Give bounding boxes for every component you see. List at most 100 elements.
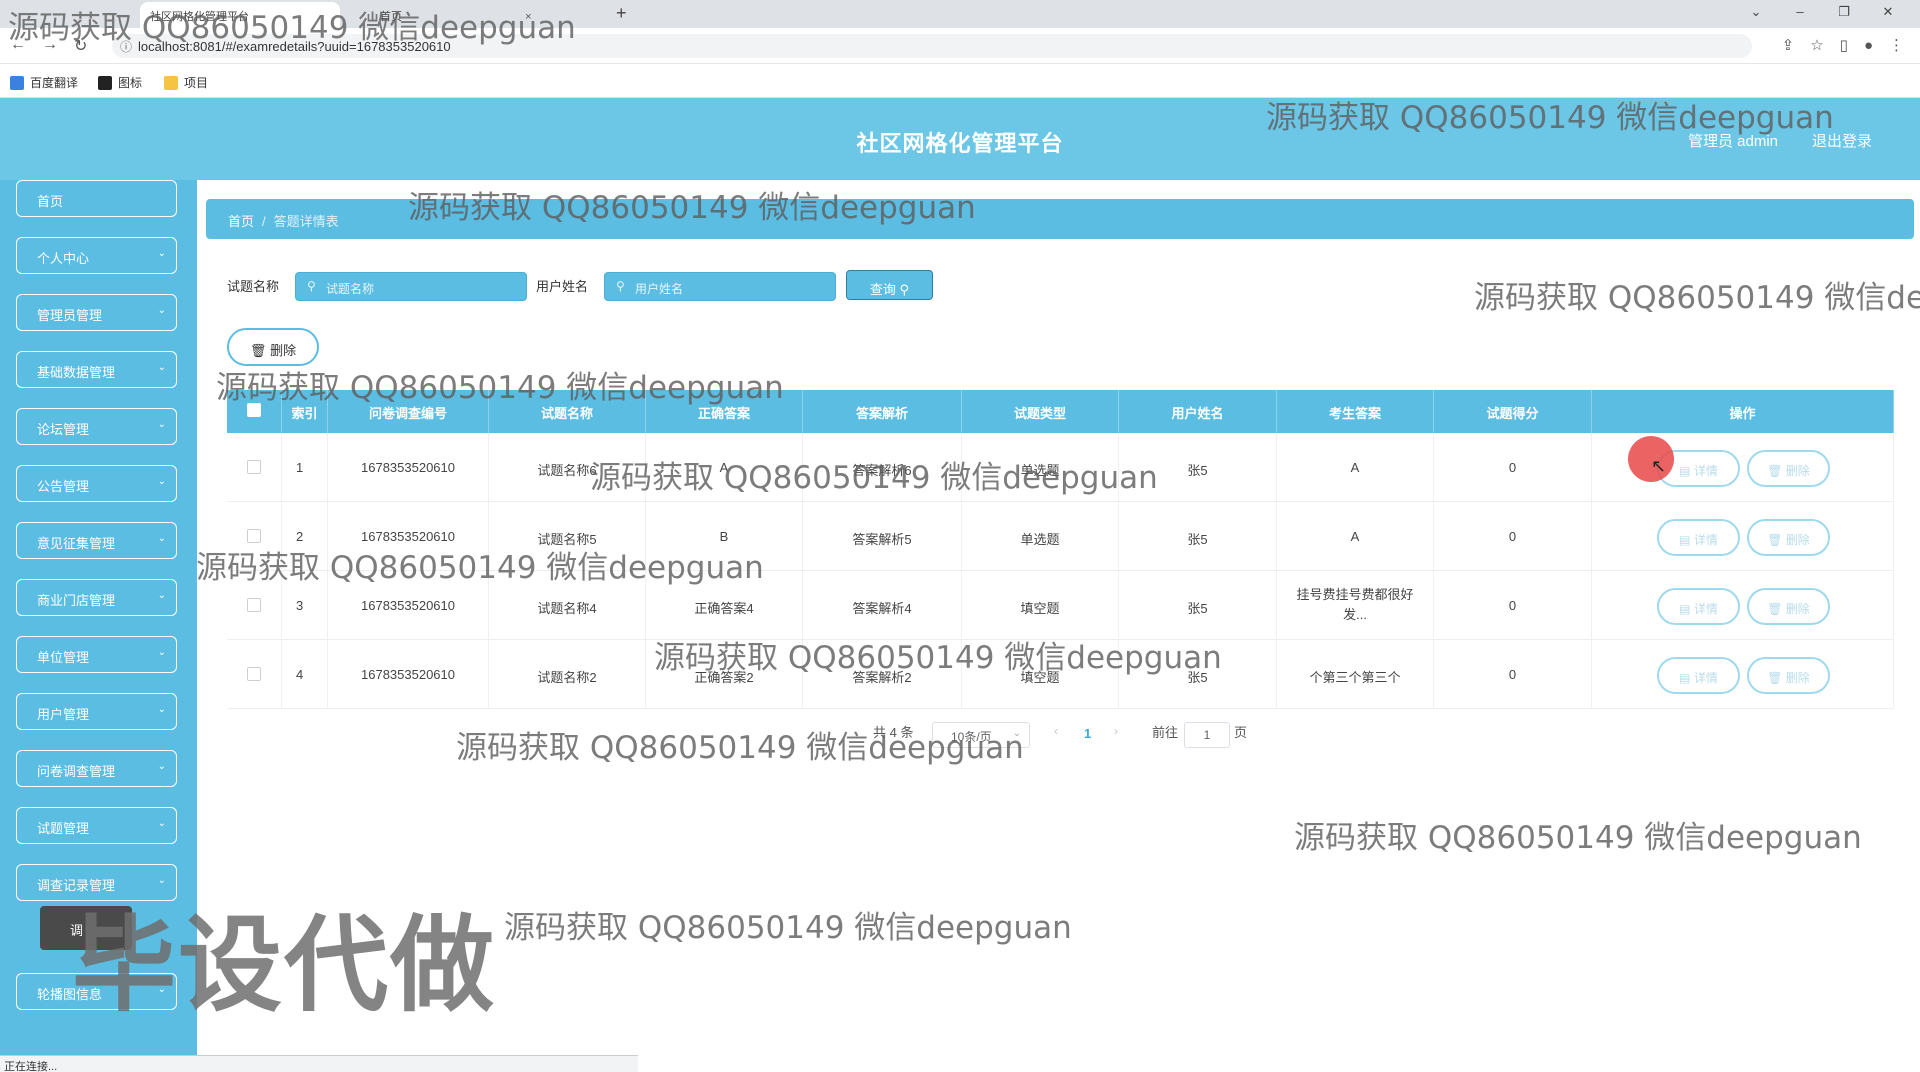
sidebar-item[interactable]: 试题管理 ⌄ — [16, 807, 177, 844]
select-all-checkbox[interactable] — [247, 403, 261, 417]
logout-link[interactable]: 退出登录 — [1812, 130, 1872, 151]
table-cell-code: 1678353520610 — [328, 502, 489, 571]
bookmarks-bar: 百度翻译 图标 项目 — [0, 64, 1920, 98]
url-text: localhost:8081/#/examredetails?uuid=1678… — [138, 39, 451, 54]
user-answer-line: 个第三个第三个 — [1309, 670, 1401, 685]
table-row: 3 1678353520610 试题名称4 正确答案4 答案解析4 填空题 张5 挂号费挂号费… — [227, 571, 1894, 640]
watermark: 源码获取 QQ86050149 微信dee — [1474, 280, 1920, 316]
sidepanel-icon[interactable]: ▯ — [1840, 37, 1848, 54]
table-cell-actions: ▤ 详情 🗑 删除 — [1592, 640, 1894, 709]
delete-button[interactable]: 🗑 删除 — [1747, 450, 1830, 487]
browser-tab-home[interactable]: 首页 × — [370, 2, 600, 28]
sidebar-item[interactable]: 个人中心 ⌄ — [16, 237, 177, 274]
sidebar-item[interactable]: 首页 — [16, 180, 177, 217]
prev-page-icon[interactable]: ‹ — [1054, 724, 1058, 738]
menu-icon[interactable]: ⋮ — [1889, 37, 1904, 54]
site-info-icon[interactable]: ⓘ — [120, 38, 132, 55]
table-cell-analysis: 答案解析2 — [803, 640, 962, 709]
row-checkbox[interactable] — [247, 667, 261, 681]
url-field[interactable]: ⓘ localhost:8081/#/examredetails?uuid=16… — [112, 34, 1752, 58]
sidebar-item[interactable]: 轮播图信息 ⌄ — [16, 973, 177, 1010]
sidebar-item-label: 论坛管理 — [37, 422, 90, 437]
table-cell-answer: 正确答案4 — [646, 571, 803, 640]
minimize-icon[interactable]: – — [1778, 4, 1822, 19]
sidebar-item[interactable]: 意见征集管理 ⌄ — [16, 522, 177, 559]
address-bar: ← → ↻ ⓘ localhost:8081/#/examredetails?u… — [0, 28, 1920, 64]
sidebar-item[interactable]: 调查记录管理 ⌄ — [16, 864, 177, 901]
bookmark-project[interactable]: 项目 — [164, 74, 208, 91]
breadcrumb: 首页 / 答题详情表 — [206, 199, 1914, 239]
tab-search-icon[interactable]: ⌄ — [1734, 4, 1778, 20]
browser-tab-empty[interactable] — [8, 2, 138, 28]
detail-button[interactable]: ▤ 详情 — [1657, 519, 1740, 556]
table-cell-analysis: 答案解析4 — [803, 571, 962, 640]
new-tab-button[interactable]: + — [616, 3, 627, 24]
sidebar-item[interactable]: 用户管理 ⌄ — [16, 693, 177, 730]
delete-button[interactable]: 🗑 删除 — [1747, 519, 1830, 556]
profile-icon[interactable]: ● — [1864, 37, 1873, 54]
user-name-input[interactable]: ⚲ 用户姓名 — [604, 272, 836, 301]
forward-icon[interactable]: → — [42, 36, 58, 54]
row-checkbox[interactable] — [247, 460, 261, 474]
browser-tools: ⇪ ☆ ▯ ● ⋮ — [1766, 36, 1904, 54]
share-icon[interactable]: ⇪ — [1782, 37, 1795, 54]
table-cell-user-answer: 个第三个第三个 — [1277, 640, 1434, 709]
table-cell-type: 单选题 — [962, 433, 1119, 502]
restore-icon[interactable]: ❐ — [1822, 4, 1866, 20]
back-icon[interactable]: ← — [10, 36, 26, 54]
goto-page-input[interactable]: 1 — [1184, 722, 1230, 748]
sidebar-item[interactable]: 单位管理 ⌄ — [16, 636, 177, 673]
next-page-icon[interactable]: › — [1114, 724, 1118, 738]
table-cell-analysis: 答案解析6 — [803, 433, 962, 502]
delete-button[interactable]: 🗑 删除 — [1747, 657, 1830, 694]
sidebar-item[interactable]: 商业门店管理 ⌄ — [16, 579, 177, 616]
breadcrumb-home[interactable]: 首页 — [228, 214, 254, 229]
bookmark-icons[interactable]: 图标 — [98, 74, 142, 91]
close-window-icon[interactable]: ✕ — [1866, 4, 1910, 20]
chevron-down-icon: ⌄ — [157, 984, 166, 995]
sidebar-item[interactable]: 论坛管理 ⌄ — [16, 408, 177, 445]
close-tab-icon[interactable]: × — [525, 11, 531, 23]
column-header: 索引 — [282, 390, 328, 433]
sidebar-item-label: 问卷调查管理 — [37, 764, 116, 779]
star-icon[interactable]: ☆ — [1810, 37, 1823, 54]
question-name-input[interactable]: ⚲ 试题名称 — [295, 272, 527, 301]
trash-icon: 🗑 — [1767, 464, 1786, 478]
search-icon: ⚲ — [899, 282, 910, 297]
chevron-down-icon: ⌄ — [157, 704, 166, 715]
search-icon: ⚲ — [616, 279, 625, 293]
sidebar-item[interactable]: 公告管理 ⌄ — [16, 465, 177, 502]
table-cell-code: 1678353520610 — [328, 571, 489, 640]
sidebar-submenu-item[interactable]: 调 — [40, 906, 132, 950]
translate-icon — [10, 76, 24, 90]
table-cell-index: 4 — [282, 640, 328, 709]
search-button[interactable]: 查询 ⚲ — [846, 270, 933, 300]
sidebar-item[interactable]: 基础数据管理 ⌄ — [16, 351, 177, 388]
table-cell-answer: 正确答案2 — [646, 640, 803, 709]
page-size-select[interactable]: 10条/页 ⌄ — [932, 722, 1030, 748]
row-checkbox[interactable] — [247, 529, 261, 543]
current-page[interactable]: 1 — [1084, 726, 1091, 741]
reload-icon[interactable]: ↻ — [74, 36, 87, 56]
table-header: 索引 问卷调查编号 试题名称 正确答案 答案解析 试题类型 用户姓名 考生答案 试题得分 操作 — [227, 390, 1894, 433]
current-user: 管理员 admin — [1688, 133, 1779, 150]
detail-button[interactable]: ▤ 详情 — [1657, 657, 1740, 694]
browser-tab-app[interactable]: 社区网格化管理平台 — [140, 2, 340, 28]
sidebar-item[interactable]: 问卷调查管理 ⌄ — [16, 750, 177, 787]
trash-icon: 🗑 — [1767, 671, 1786, 685]
bookmark-baidu-translate[interactable]: 百度翻译 — [10, 74, 78, 91]
column-header: 试题名称 — [489, 390, 646, 433]
batch-delete-button[interactable]: 🗑 删除 — [227, 328, 319, 366]
table-cell-index: 2 — [282, 502, 328, 571]
delete-button[interactable]: 🗑 删除 — [1747, 588, 1830, 625]
table-cell-score: 0 — [1434, 502, 1592, 571]
chevron-down-icon: ⌄ — [157, 248, 166, 259]
row-checkbox[interactable] — [247, 598, 261, 612]
chevron-down-icon: ⌄ — [1012, 728, 1021, 739]
sidebar-item-label: 公告管理 — [37, 479, 90, 494]
detail-button[interactable]: ▤ 详情 — [1657, 588, 1740, 625]
sidebar-item-label: 商业门店管理 — [37, 593, 116, 608]
sidebar-item[interactable]: 管理员管理 ⌄ — [16, 294, 177, 331]
breadcrumb-separator: / — [262, 214, 266, 229]
chevron-down-icon: ⌄ — [157, 761, 166, 772]
